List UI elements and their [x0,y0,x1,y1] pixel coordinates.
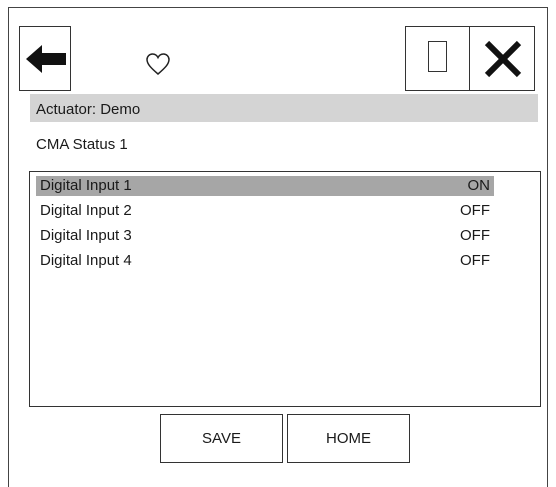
actuator-bar: Actuator: Demo [30,94,538,122]
list-item-digital-input-2[interactable]: Digital Input 2 OFF [36,201,494,221]
list-item-value: OFF [460,202,490,219]
list-item-value: OFF [460,252,490,269]
list-item-label: Digital Input 1 [40,177,132,194]
list-item-digital-input-4[interactable]: Digital Input 4 OFF [36,251,494,271]
input-status-list[interactable]: Digital Input 1 ON Digital Input 2 OFF D… [29,171,541,407]
list-item-digital-input-3[interactable]: Digital Input 3 OFF [36,226,494,246]
list-item-value: ON [467,177,491,194]
page-title: CMA Status 1 [36,136,128,153]
heart-outline-icon[interactable] [145,52,171,76]
arrow-left-icon [26,45,66,73]
list-item-label: Digital Input 2 [40,202,132,219]
save-button[interactable]: SAVE [160,414,283,463]
close-x-icon [484,40,522,78]
close-button[interactable] [469,26,535,91]
actuator-label: Actuator: Demo [36,101,141,118]
list-item-label: Digital Input 3 [40,227,132,244]
home-button[interactable]: HOME [287,414,410,463]
list-item-value: OFF [460,227,490,244]
window-button[interactable] [405,26,471,91]
list-item-label: Digital Input 4 [40,252,132,269]
list-item-digital-input-1[interactable]: Digital Input 1 ON [36,176,494,196]
back-button[interactable] [19,26,71,91]
rectangle-outline-icon [428,41,447,72]
